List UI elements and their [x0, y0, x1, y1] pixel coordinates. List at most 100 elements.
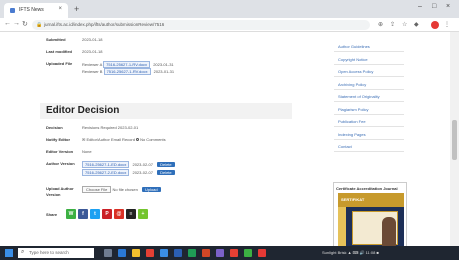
address-bar[interactable]: 🔒 jurnal.ifts.ac.id/index.php/ifts/autho…: [32, 20, 370, 30]
notify-value: ✉ Editor/Author Email Record No Comments: [82, 137, 166, 142]
chrome-icon[interactable]: [146, 249, 154, 257]
author-version-file-2[interactable]: 7516-25627-2-ED.docx: [82, 169, 130, 176]
uploaded-file-line-2: Reviewer B 7516-25627-1-RV.docx 2023-01-…: [82, 68, 174, 75]
new-tab-button[interactable]: +: [74, 3, 79, 15]
taskbar-search-placeholder: Type here to search: [29, 250, 69, 255]
share-email-icon[interactable]: @: [114, 209, 124, 219]
powerpoint-icon[interactable]: [202, 249, 210, 257]
browser-tab[interactable]: IFTS News ×: [4, 3, 68, 18]
author-version-line-2: 7516-25627-2-ED.docx 2023-02-07 Delete: [82, 169, 175, 176]
share-pinterest-icon[interactable]: P: [102, 209, 112, 219]
app-icon[interactable]: [216, 249, 224, 257]
file-explorer-icon[interactable]: [132, 249, 140, 257]
chrome-window-icon[interactable]: [230, 249, 238, 257]
cover-person: [382, 217, 396, 246]
author-version-label: Author Version: [46, 161, 75, 166]
no-comments-radio[interactable]: [136, 138, 140, 142]
share-print-icon[interactable]: ≡: [126, 209, 136, 219]
browser-toolbar: ← → ↻ 🔒 jurnal.ifts.ac.id/index.php/ifts…: [0, 18, 459, 32]
sidebar-link[interactable]: Contact: [334, 141, 404, 152]
minimize-button[interactable]: –: [418, 3, 422, 10]
reload-button[interactable]: ↻: [22, 20, 28, 28]
uploaded-file-link-2[interactable]: 7516-25627-1-RV.docx: [103, 68, 151, 75]
share-twitter-icon[interactable]: t: [90, 209, 100, 219]
profile-avatar[interactable]: [431, 21, 439, 29]
sidebar-link[interactable]: Statement of Originality: [334, 91, 404, 102]
author-version-file-1[interactable]: 7516-25627-1-ED.docx: [82, 161, 130, 168]
search-icon: ⌕: [21, 249, 25, 255]
delete-button-1[interactable]: Delete: [157, 162, 175, 167]
page-scrollbar[interactable]: [450, 32, 459, 246]
delete-button-2[interactable]: Delete: [157, 170, 175, 175]
windows-taskbar: ⌕ Type here to search Sunlight Brisk ▲ ⌨…: [0, 246, 459, 260]
editor-decision-header: Editor Decision: [40, 103, 292, 119]
uploaded-file-prefix-2: Reviewer B: [82, 69, 103, 74]
page-content: Submitted 2023-01-18 Last modified 2023-…: [0, 32, 459, 246]
maximize-button[interactable]: □: [432, 3, 436, 10]
choose-file-button[interactable]: Choose File: [82, 186, 112, 193]
sidebar-link[interactable]: Archiving Policy: [334, 79, 404, 90]
no-file-chosen-text: No file chosen: [112, 187, 138, 192]
windows-start-icon[interactable]: [5, 249, 13, 257]
favicon-icon: [10, 8, 15, 13]
uploaded-file-line-1: Reviewer A 7516-25627-1-RV.docx 2023-01-…: [82, 61, 174, 68]
task-view-icon[interactable]: [104, 249, 112, 257]
upload-controls: Choose File No file chosen Upload: [82, 186, 161, 193]
zoom-icon[interactable]: ⊕: [378, 21, 383, 28]
back-button[interactable]: ←: [4, 20, 11, 27]
sidebar-link[interactable]: Open Access Policy: [334, 66, 404, 77]
last-modified-value: 2023-01-18: [82, 49, 103, 54]
submitted-label: Submitted: [46, 37, 66, 42]
editor-decision-title: Editor Decision: [46, 105, 120, 116]
journal-cover-widget: Certificate Accreditation Journal SERTIF…: [333, 182, 407, 246]
share-page-icon[interactable]: ⇪: [390, 21, 395, 28]
extensions-icon[interactable]: ◆: [414, 21, 419, 28]
notify-label: Notify Editor: [46, 137, 70, 142]
forward-button[interactable]: →: [13, 20, 20, 27]
notify-record-link[interactable]: Editor/Author Email Record: [86, 137, 134, 142]
decision-label: Decision: [46, 125, 63, 130]
author-version-line-1: 7516-25627-1-ED.docx 2023-02-07 Delete: [82, 161, 175, 168]
journal-cover-image[interactable]: SERTIFIKAT: [338, 193, 404, 246]
uploaded-file-prefix-1: Reviewer A: [82, 62, 103, 67]
author-version-date-2: 2023-02-07: [132, 170, 153, 175]
share-whatsapp-icon[interactable]: W: [66, 209, 76, 219]
cover-stripe: [338, 207, 346, 246]
journal-widget-title: Certificate Accreditation Journal: [336, 186, 398, 191]
sidebar-link[interactable]: Publication Fee: [334, 116, 404, 127]
word-icon[interactable]: [174, 249, 182, 257]
cover-text: SERTIFIKAT: [341, 197, 365, 202]
sidebar-link[interactable]: Indexing Pages: [334, 129, 404, 140]
share-more-icon[interactable]: +: [138, 209, 148, 219]
bookmark-star-icon[interactable]: ☆: [402, 21, 407, 28]
sidebar-link[interactable]: Author Guidelines: [334, 41, 404, 52]
uploaded-file-date-2: 2023-01-31: [153, 69, 175, 74]
lock-icon: 🔒: [36, 22, 43, 28]
browser-tab-bar: IFTS News × + – □ ×: [0, 0, 459, 18]
edge-icon[interactable]: [118, 249, 126, 257]
whatsapp-icon[interactable]: [244, 249, 252, 257]
uploaded-file-link-1[interactable]: 7516-25627-1-RV.docx: [103, 61, 151, 68]
decision-value: Revisions Required 2023-02-01: [82, 125, 139, 130]
taskbar-search[interactable]: ⌕ Type here to search: [18, 248, 94, 258]
uploaded-file-label: Uploaded File: [46, 61, 73, 66]
excel-icon[interactable]: [188, 249, 196, 257]
scrollbar-thumb[interactable]: [452, 120, 457, 160]
submitted-value: 2023-01-18: [82, 37, 103, 42]
menu-icon[interactable]: ⋮: [444, 21, 450, 28]
sidebar-link[interactable]: Plagiarism Policy: [334, 104, 404, 115]
editor-version-label: Editor Version: [46, 149, 74, 154]
no-comments-label: No Comments: [140, 137, 166, 142]
upload-author-version-label: Upload Author Version: [46, 186, 74, 197]
tab-close-icon[interactable]: ×: [58, 6, 62, 12]
tab-title: IFTS News: [19, 7, 44, 13]
sidebar-link[interactable]: Copyright Notice: [334, 54, 404, 65]
email-icon[interactable]: ✉: [82, 137, 85, 142]
app-red-icon[interactable]: [258, 249, 266, 257]
editor-version-value: None: [82, 149, 92, 154]
share-facebook-icon[interactable]: f: [78, 209, 88, 219]
upload-button[interactable]: Upload: [141, 187, 161, 192]
system-tray[interactable]: Sunlight Brisk ▲ ⌨ 🔊 11:08 ■: [322, 250, 379, 255]
close-window-button[interactable]: ×: [446, 3, 450, 10]
store-icon[interactable]: [160, 249, 168, 257]
